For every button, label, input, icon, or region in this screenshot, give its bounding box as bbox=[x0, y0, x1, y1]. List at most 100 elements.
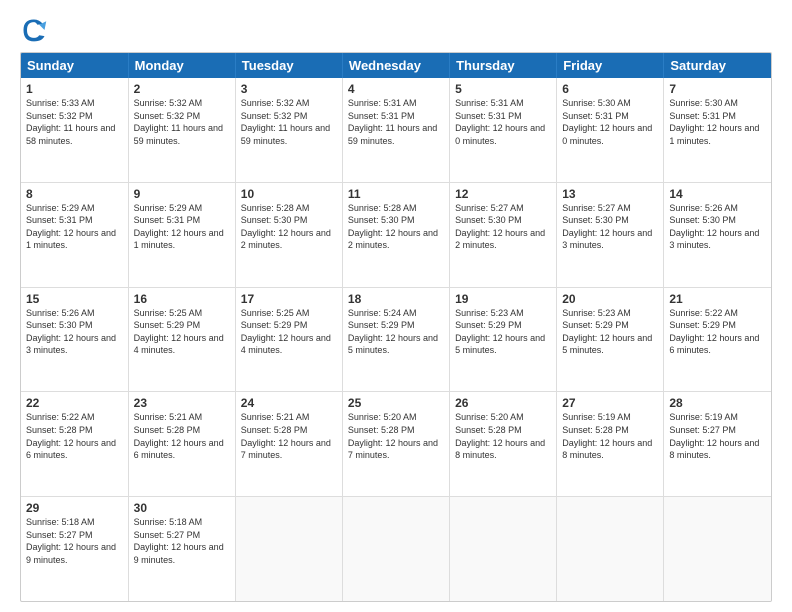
cell-info: Sunrise: 5:31 AM Sunset: 5:31 PM Dayligh… bbox=[455, 97, 551, 147]
table-row: 23 Sunrise: 5:21 AM Sunset: 5:28 PM Dayl… bbox=[128, 392, 235, 497]
table-row: 14 Sunrise: 5:26 AM Sunset: 5:30 PM Dayl… bbox=[664, 182, 771, 287]
table-row: 27 Sunrise: 5:19 AM Sunset: 5:28 PM Dayl… bbox=[557, 392, 664, 497]
calendar: Sunday Monday Tuesday Wednesday Thursday… bbox=[20, 52, 772, 602]
table-row: 21 Sunrise: 5:22 AM Sunset: 5:29 PM Dayl… bbox=[664, 287, 771, 392]
cell-info: Sunrise: 5:28 AM Sunset: 5:30 PM Dayligh… bbox=[348, 202, 444, 252]
empty-cell bbox=[664, 497, 771, 601]
table-row: 20 Sunrise: 5:23 AM Sunset: 5:29 PM Dayl… bbox=[557, 287, 664, 392]
cell-info: Sunrise: 5:20 AM Sunset: 5:28 PM Dayligh… bbox=[348, 411, 444, 461]
table-row: 6 Sunrise: 5:30 AM Sunset: 5:31 PM Dayli… bbox=[557, 78, 664, 182]
table-row: 19 Sunrise: 5:23 AM Sunset: 5:29 PM Dayl… bbox=[450, 287, 557, 392]
day-number: 20 bbox=[562, 292, 658, 306]
day-number: 24 bbox=[241, 396, 337, 410]
cell-info: Sunrise: 5:21 AM Sunset: 5:28 PM Dayligh… bbox=[241, 411, 337, 461]
day-number: 29 bbox=[26, 501, 123, 515]
cell-info: Sunrise: 5:30 AM Sunset: 5:31 PM Dayligh… bbox=[562, 97, 658, 147]
cell-info: Sunrise: 5:26 AM Sunset: 5:30 PM Dayligh… bbox=[669, 202, 766, 252]
empty-cell bbox=[342, 497, 449, 601]
cell-info: Sunrise: 5:30 AM Sunset: 5:31 PM Dayligh… bbox=[669, 97, 766, 147]
day-number: 16 bbox=[134, 292, 230, 306]
cell-info: Sunrise: 5:22 AM Sunset: 5:28 PM Dayligh… bbox=[26, 411, 123, 461]
cell-info: Sunrise: 5:18 AM Sunset: 5:27 PM Dayligh… bbox=[26, 516, 123, 566]
table-row: 25 Sunrise: 5:20 AM Sunset: 5:28 PM Dayl… bbox=[342, 392, 449, 497]
table-row: 30 Sunrise: 5:18 AM Sunset: 5:27 PM Dayl… bbox=[128, 497, 235, 601]
table-row: 13 Sunrise: 5:27 AM Sunset: 5:30 PM Dayl… bbox=[557, 182, 664, 287]
cell-info: Sunrise: 5:22 AM Sunset: 5:29 PM Dayligh… bbox=[669, 307, 766, 357]
day-number: 8 bbox=[26, 187, 123, 201]
table-row: 5 Sunrise: 5:31 AM Sunset: 5:31 PM Dayli… bbox=[450, 78, 557, 182]
day-number: 23 bbox=[134, 396, 230, 410]
day-number: 1 bbox=[26, 82, 123, 96]
table-row: 22 Sunrise: 5:22 AM Sunset: 5:28 PM Dayl… bbox=[21, 392, 128, 497]
col-monday: Monday bbox=[128, 53, 235, 78]
table-row: 17 Sunrise: 5:25 AM Sunset: 5:29 PM Dayl… bbox=[235, 287, 342, 392]
calendar-table: Sunday Monday Tuesday Wednesday Thursday… bbox=[21, 53, 771, 601]
cell-info: Sunrise: 5:25 AM Sunset: 5:29 PM Dayligh… bbox=[134, 307, 230, 357]
empty-cell bbox=[235, 497, 342, 601]
day-number: 11 bbox=[348, 187, 444, 201]
table-row: 10 Sunrise: 5:28 AM Sunset: 5:30 PM Dayl… bbox=[235, 182, 342, 287]
day-number: 9 bbox=[134, 187, 230, 201]
calendar-week-row: 15 Sunrise: 5:26 AM Sunset: 5:30 PM Dayl… bbox=[21, 287, 771, 392]
table-row: 1 Sunrise: 5:33 AM Sunset: 5:32 PM Dayli… bbox=[21, 78, 128, 182]
day-number: 13 bbox=[562, 187, 658, 201]
day-number: 15 bbox=[26, 292, 123, 306]
cell-info: Sunrise: 5:24 AM Sunset: 5:29 PM Dayligh… bbox=[348, 307, 444, 357]
table-row: 15 Sunrise: 5:26 AM Sunset: 5:30 PM Dayl… bbox=[21, 287, 128, 392]
cell-info: Sunrise: 5:29 AM Sunset: 5:31 PM Dayligh… bbox=[134, 202, 230, 252]
table-row: 11 Sunrise: 5:28 AM Sunset: 5:30 PM Dayl… bbox=[342, 182, 449, 287]
day-number: 22 bbox=[26, 396, 123, 410]
col-sunday: Sunday bbox=[21, 53, 128, 78]
cell-info: Sunrise: 5:23 AM Sunset: 5:29 PM Dayligh… bbox=[562, 307, 658, 357]
table-row: 26 Sunrise: 5:20 AM Sunset: 5:28 PM Dayl… bbox=[450, 392, 557, 497]
cell-info: Sunrise: 5:26 AM Sunset: 5:30 PM Dayligh… bbox=[26, 307, 123, 357]
table-row: 18 Sunrise: 5:24 AM Sunset: 5:29 PM Dayl… bbox=[342, 287, 449, 392]
day-number: 2 bbox=[134, 82, 230, 96]
col-thursday: Thursday bbox=[450, 53, 557, 78]
col-wednesday: Wednesday bbox=[342, 53, 449, 78]
cell-info: Sunrise: 5:27 AM Sunset: 5:30 PM Dayligh… bbox=[455, 202, 551, 252]
day-number: 17 bbox=[241, 292, 337, 306]
day-number: 3 bbox=[241, 82, 337, 96]
weekday-header-row: Sunday Monday Tuesday Wednesday Thursday… bbox=[21, 53, 771, 78]
cell-info: Sunrise: 5:28 AM Sunset: 5:30 PM Dayligh… bbox=[241, 202, 337, 252]
calendar-week-row: 8 Sunrise: 5:29 AM Sunset: 5:31 PM Dayli… bbox=[21, 182, 771, 287]
col-tuesday: Tuesday bbox=[235, 53, 342, 78]
calendar-week-row: 22 Sunrise: 5:22 AM Sunset: 5:28 PM Dayl… bbox=[21, 392, 771, 497]
day-number: 21 bbox=[669, 292, 766, 306]
page: Sunday Monday Tuesday Wednesday Thursday… bbox=[0, 0, 792, 612]
table-row: 9 Sunrise: 5:29 AM Sunset: 5:31 PM Dayli… bbox=[128, 182, 235, 287]
day-number: 6 bbox=[562, 82, 658, 96]
logo-icon bbox=[20, 16, 48, 44]
day-number: 25 bbox=[348, 396, 444, 410]
table-row: 12 Sunrise: 5:27 AM Sunset: 5:30 PM Dayl… bbox=[450, 182, 557, 287]
cell-info: Sunrise: 5:27 AM Sunset: 5:30 PM Dayligh… bbox=[562, 202, 658, 252]
day-number: 12 bbox=[455, 187, 551, 201]
calendar-header: Sunday Monday Tuesday Wednesday Thursday… bbox=[21, 53, 771, 78]
table-row: 16 Sunrise: 5:25 AM Sunset: 5:29 PM Dayl… bbox=[128, 287, 235, 392]
table-row: 8 Sunrise: 5:29 AM Sunset: 5:31 PM Dayli… bbox=[21, 182, 128, 287]
cell-info: Sunrise: 5:23 AM Sunset: 5:29 PM Dayligh… bbox=[455, 307, 551, 357]
calendar-body: 1 Sunrise: 5:33 AM Sunset: 5:32 PM Dayli… bbox=[21, 78, 771, 601]
col-saturday: Saturday bbox=[664, 53, 771, 78]
cell-info: Sunrise: 5:29 AM Sunset: 5:31 PM Dayligh… bbox=[26, 202, 123, 252]
table-row: 28 Sunrise: 5:19 AM Sunset: 5:27 PM Dayl… bbox=[664, 392, 771, 497]
calendar-week-row: 29 Sunrise: 5:18 AM Sunset: 5:27 PM Dayl… bbox=[21, 497, 771, 601]
cell-info: Sunrise: 5:19 AM Sunset: 5:27 PM Dayligh… bbox=[669, 411, 766, 461]
cell-info: Sunrise: 5:25 AM Sunset: 5:29 PM Dayligh… bbox=[241, 307, 337, 357]
day-number: 7 bbox=[669, 82, 766, 96]
day-number: 4 bbox=[348, 82, 444, 96]
col-friday: Friday bbox=[557, 53, 664, 78]
calendar-week-row: 1 Sunrise: 5:33 AM Sunset: 5:32 PM Dayli… bbox=[21, 78, 771, 182]
table-row: 4 Sunrise: 5:31 AM Sunset: 5:31 PM Dayli… bbox=[342, 78, 449, 182]
table-row: 29 Sunrise: 5:18 AM Sunset: 5:27 PM Dayl… bbox=[21, 497, 128, 601]
cell-info: Sunrise: 5:33 AM Sunset: 5:32 PM Dayligh… bbox=[26, 97, 123, 147]
empty-cell bbox=[557, 497, 664, 601]
header bbox=[20, 16, 772, 44]
cell-info: Sunrise: 5:19 AM Sunset: 5:28 PM Dayligh… bbox=[562, 411, 658, 461]
day-number: 28 bbox=[669, 396, 766, 410]
day-number: 27 bbox=[562, 396, 658, 410]
cell-info: Sunrise: 5:32 AM Sunset: 5:32 PM Dayligh… bbox=[134, 97, 230, 147]
logo bbox=[20, 16, 52, 44]
cell-info: Sunrise: 5:21 AM Sunset: 5:28 PM Dayligh… bbox=[134, 411, 230, 461]
